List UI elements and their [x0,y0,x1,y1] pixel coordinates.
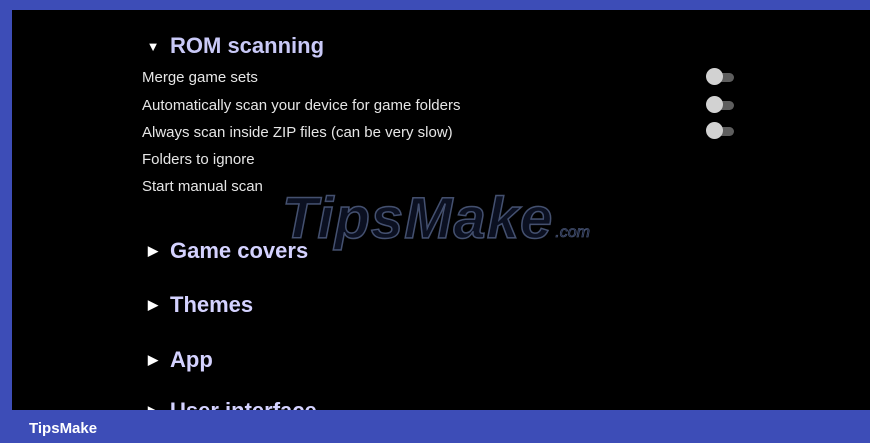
section-game-covers-header[interactable]: ▶ Game covers [146,236,308,266]
toggle-thumb [706,68,723,85]
toggle-thumb [706,96,723,113]
section-title: Game covers [170,238,309,263]
setting-start-manual-scan[interactable]: Start manual scan [142,174,742,198]
expand-right-icon: ▶ [148,352,158,367]
setting-label: Start manual scan [142,177,263,195]
section-rom-scanning-header[interactable]: ▼ ROM scanning [146,31,324,61]
section-user-interface-header[interactable]: ▶ User interface [146,396,317,410]
section-themes-header[interactable]: ▶ Themes [146,290,253,320]
toggle-thumb [706,122,723,139]
footer-brand-label: TipsMake [29,420,98,437]
setting-merge-game-sets[interactable]: Merge game sets [142,65,742,89]
settings-screen: ▼ ROM scanning Merge game sets Automatic… [12,10,870,410]
setting-label: Automatically scan your device for game … [142,96,461,114]
section-title: Themes [170,292,254,317]
setting-folders-to-ignore[interactable]: Folders to ignore [142,147,742,171]
watermark-suffix: .com [555,224,590,242]
setting-label: Merge game sets [142,68,258,86]
expand-right-icon: ▶ [148,297,158,312]
expand-right-icon: ▶ [146,403,160,410]
section-title: ROM scanning [170,33,325,58]
watermark-text: TipsMake [281,186,554,251]
setting-label: Folders to ignore [142,150,255,168]
setting-scan-zip-files[interactable]: Always scan inside ZIP files (can be ver… [142,120,742,144]
section-title: App [170,347,213,372]
scan-zip-files-toggle[interactable] [706,122,736,140]
watermark-logo: TipsMake .com [281,186,590,251]
merge-game-sets-toggle[interactable] [706,68,736,86]
expand-down-icon: ▼ [146,38,160,54]
section-app-header[interactable]: ▶ App [146,345,213,375]
frame-border: ▼ ROM scanning Merge game sets Automatic… [0,0,870,443]
section-title: User interface [170,398,317,410]
setting-auto-scan-folders[interactable]: Automatically scan your device for game … [142,93,742,117]
auto-scan-folders-toggle[interactable] [706,96,736,114]
expand-right-icon: ▶ [148,243,158,258]
setting-label: Always scan inside ZIP files (can be ver… [142,123,453,141]
